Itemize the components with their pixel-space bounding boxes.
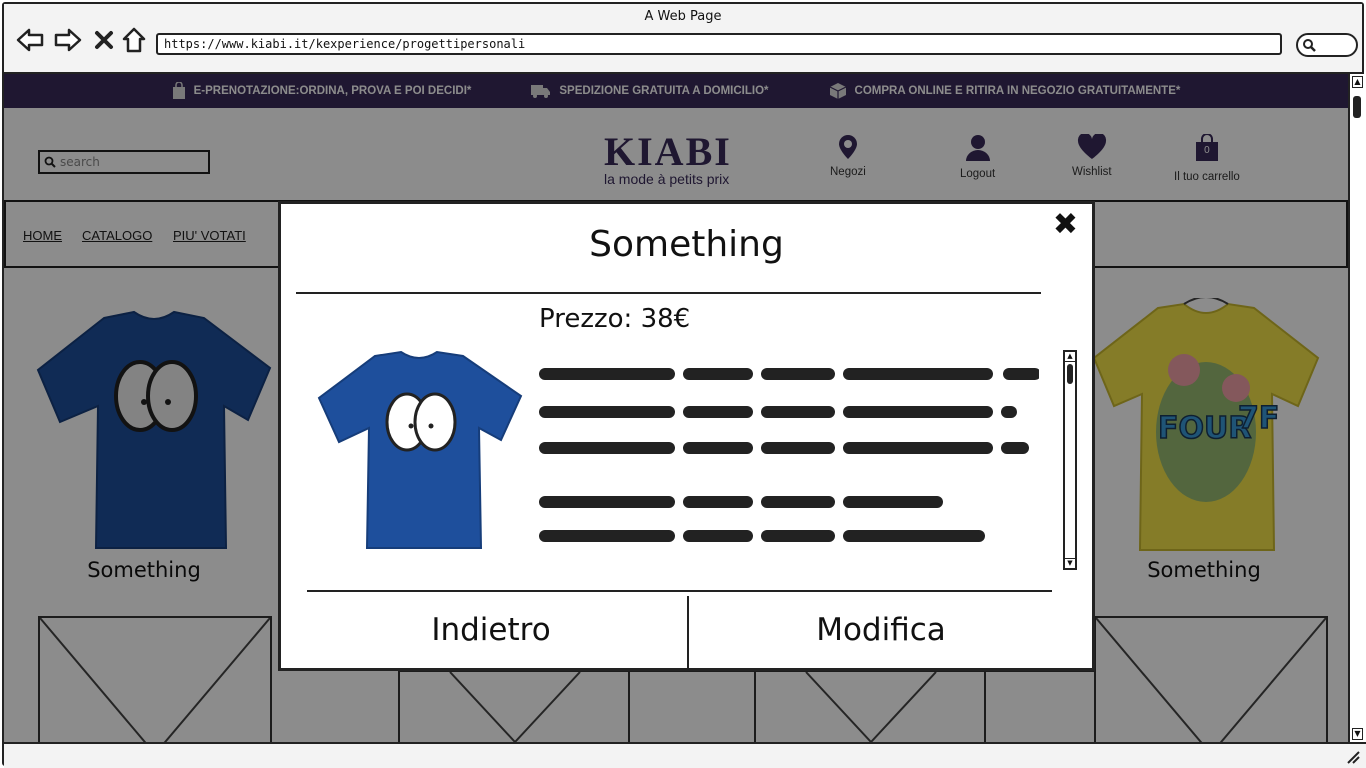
browser-titlebar: A Web Page https://www.kiabi.it/kexperie… [4,4,1362,74]
back-button[interactable]: Indietro [301,600,681,660]
browser-search-field[interactable] [1296,33,1358,57]
product-price: Prezzo: 38€ [539,304,691,334]
description-scribble [539,368,1039,542]
modal-title: Something [589,224,784,265]
search-icon [1303,39,1316,52]
page-viewport: E-PRENOTAZIONE:ORDINA, PROVA E POI DECID… [4,74,1348,742]
window-title: A Web Page [644,9,722,24]
url-input[interactable]: https://www.kiabi.it/kexperience/progett… [156,33,1282,55]
scroll-up-icon[interactable]: ▲ [1065,352,1075,362]
stop-icon[interactable] [88,24,120,56]
status-bar [4,742,1366,768]
back-arrow-icon[interactable] [14,24,46,56]
scroll-down-icon[interactable]: ▼ [1065,558,1075,568]
browser-window: A Web Page https://www.kiabi.it/kexperie… [2,2,1366,768]
modal-product-image [315,350,525,558]
edit-button[interactable]: Modifica [691,600,1071,660]
modal-divider [307,590,1052,592]
page-scrollbar[interactable]: ▲ ▼ [1348,74,1364,742]
scroll-up-icon[interactable]: ▲ [1352,76,1363,88]
scroll-thumb[interactable] [1353,96,1361,118]
forward-arrow-icon[interactable] [52,24,84,56]
modal-divider [296,292,1041,294]
product-modal: ✖ Something Prezzo: 38€ ▲ ▼ Indietro Mod… [278,201,1095,671]
button-divider [687,596,689,670]
home-icon[interactable] [118,24,150,56]
description-scrollbar[interactable]: ▲ ▼ [1063,350,1077,570]
resize-grip-icon[interactable] [1346,750,1360,764]
scroll-down-icon[interactable]: ▼ [1352,728,1363,740]
scroll-thumb[interactable] [1067,364,1073,384]
